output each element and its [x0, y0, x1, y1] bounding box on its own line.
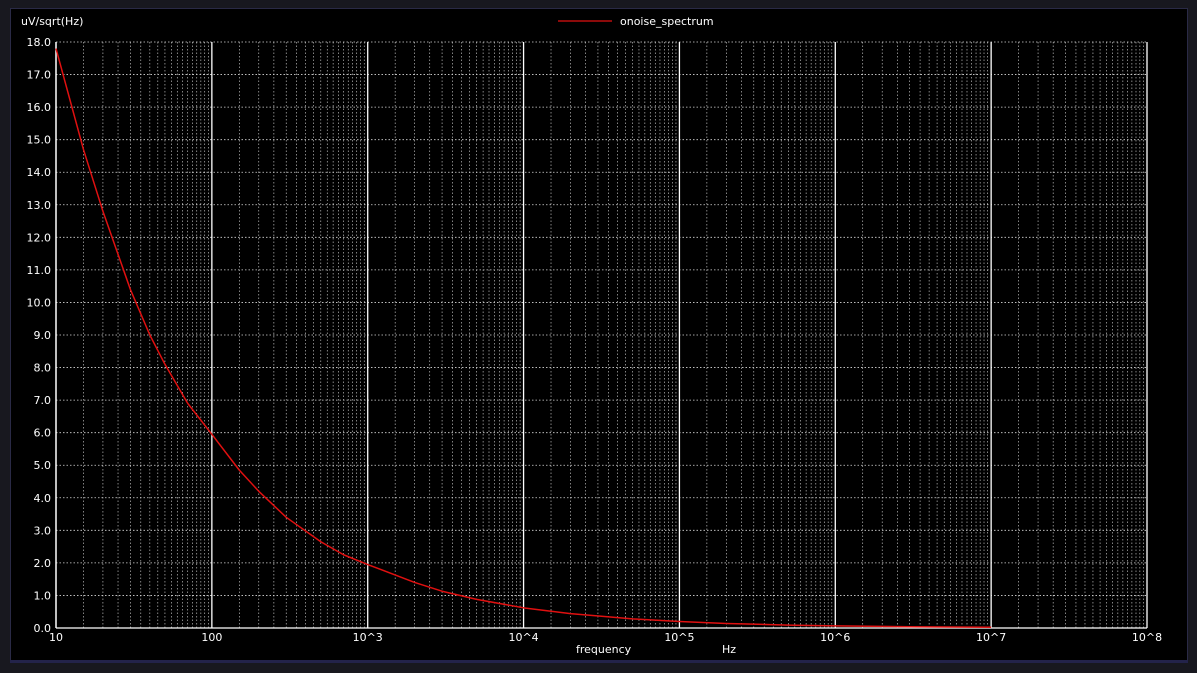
- x-tick-label: 10: [49, 631, 63, 644]
- y-tick-label: 12.0: [27, 231, 52, 244]
- plot-frame: 0.0 1.0 2.0 3.0 4.0 5.0 6.0 7.0 8.0 9.0 10.0 11.0 12…: [0, 0, 1197, 673]
- y-tick-label: 10.0: [27, 296, 52, 309]
- plot-window: 0.0 1.0 2.0 3.0 4.0 5.0 6.0 7.0 8.0 9.0 10.0 11.0 12…: [10, 8, 1188, 663]
- y-tick-label: 3.0: [34, 524, 52, 537]
- y-tick-label: 5.0: [34, 459, 52, 472]
- x-tick-label: 10^6: [820, 631, 850, 644]
- y-tick-label: 18.0: [27, 36, 52, 49]
- noise-spectrum-chart: 0.01.02.03.04.05.06.07.08.09.010.011.012…: [11, 9, 1187, 660]
- x-tick-label: 10^4: [508, 631, 538, 644]
- y-tick-label: 1.0: [34, 589, 52, 602]
- x-tick-label: 10^7: [976, 631, 1006, 644]
- y-tick-label: 17.0: [27, 69, 52, 82]
- y-tick-label: 9.0: [34, 329, 52, 342]
- y-tick-label: 16.0: [27, 101, 52, 114]
- y-tick-label: 7.0: [34, 394, 52, 407]
- y-tick-label: 4.0: [34, 492, 52, 505]
- y-axis-label: uV/sqrt(Hz): [21, 15, 83, 28]
- plot-background: [11, 9, 1187, 660]
- x-tick-label: 10^3: [353, 631, 383, 644]
- y-tick-label: 6.0: [34, 427, 52, 440]
- x-axis-label: frequency: [576, 643, 632, 656]
- x-axis-unit: Hz: [722, 643, 736, 656]
- y-tick-label: 11.0: [27, 264, 52, 277]
- y-tick-label: 2.0: [34, 557, 52, 570]
- y-tick-label: 14.0: [27, 166, 52, 179]
- y-tick-label: 8.0: [34, 362, 52, 375]
- legend-label: onoise_spectrum: [620, 15, 714, 28]
- x-tick-label: 10^8: [1132, 631, 1162, 644]
- x-tick-label: 10^5: [664, 631, 694, 644]
- y-tick-label: 15.0: [27, 134, 52, 147]
- y-tick-label: 13.0: [27, 199, 52, 212]
- x-tick-label: 100: [201, 631, 222, 644]
